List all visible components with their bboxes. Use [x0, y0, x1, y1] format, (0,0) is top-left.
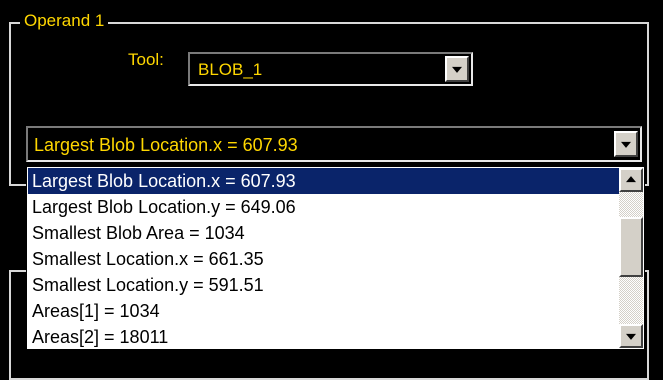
chevron-down-icon — [626, 333, 636, 340]
list-item[interactable]: Areas[1] = 1034 — [28, 298, 619, 324]
tool-label: Tool: — [128, 50, 164, 69]
scroll-up-button[interactable] — [619, 168, 643, 192]
list-item[interactable]: Smallest Blob Area = 1034 — [28, 220, 619, 246]
result-dropdown-button[interactable] — [614, 131, 638, 157]
tool-select[interactable]: BLOB_1 — [188, 52, 473, 86]
list-item[interactable]: Largest Blob Location.x = 607.93 — [28, 168, 619, 194]
scrollbar-thumb[interactable] — [619, 217, 643, 277]
chevron-down-icon — [452, 66, 462, 73]
list-item[interactable]: Smallest Location.y = 591.51 — [28, 272, 619, 298]
vertical-scrollbar[interactable] — [619, 168, 643, 348]
list-item[interactable]: Largest Blob Location.y = 649.06 — [28, 194, 619, 220]
chevron-up-icon — [626, 176, 636, 183]
result-select-value: Largest Blob Location.x = 607.93 — [34, 135, 298, 155]
operand-group-title: Operand 1 — [20, 11, 109, 31]
dropdown-options: Largest Blob Location.x = 607.93 Largest… — [28, 168, 619, 350]
tool-select-value: BLOB_1 — [198, 60, 263, 79]
result-dropdown-list: Largest Blob Location.x = 607.93 Largest… — [26, 166, 645, 350]
result-select[interactable]: Largest Blob Location.x = 607.93 — [26, 126, 642, 162]
tool-dropdown-button[interactable] — [445, 56, 469, 82]
list-item[interactable]: Areas[2] = 18011 — [28, 324, 619, 350]
list-item[interactable]: Smallest Location.x = 661.35 — [28, 246, 619, 272]
scroll-down-button[interactable] — [619, 324, 643, 348]
chevron-down-icon — [621, 141, 631, 148]
